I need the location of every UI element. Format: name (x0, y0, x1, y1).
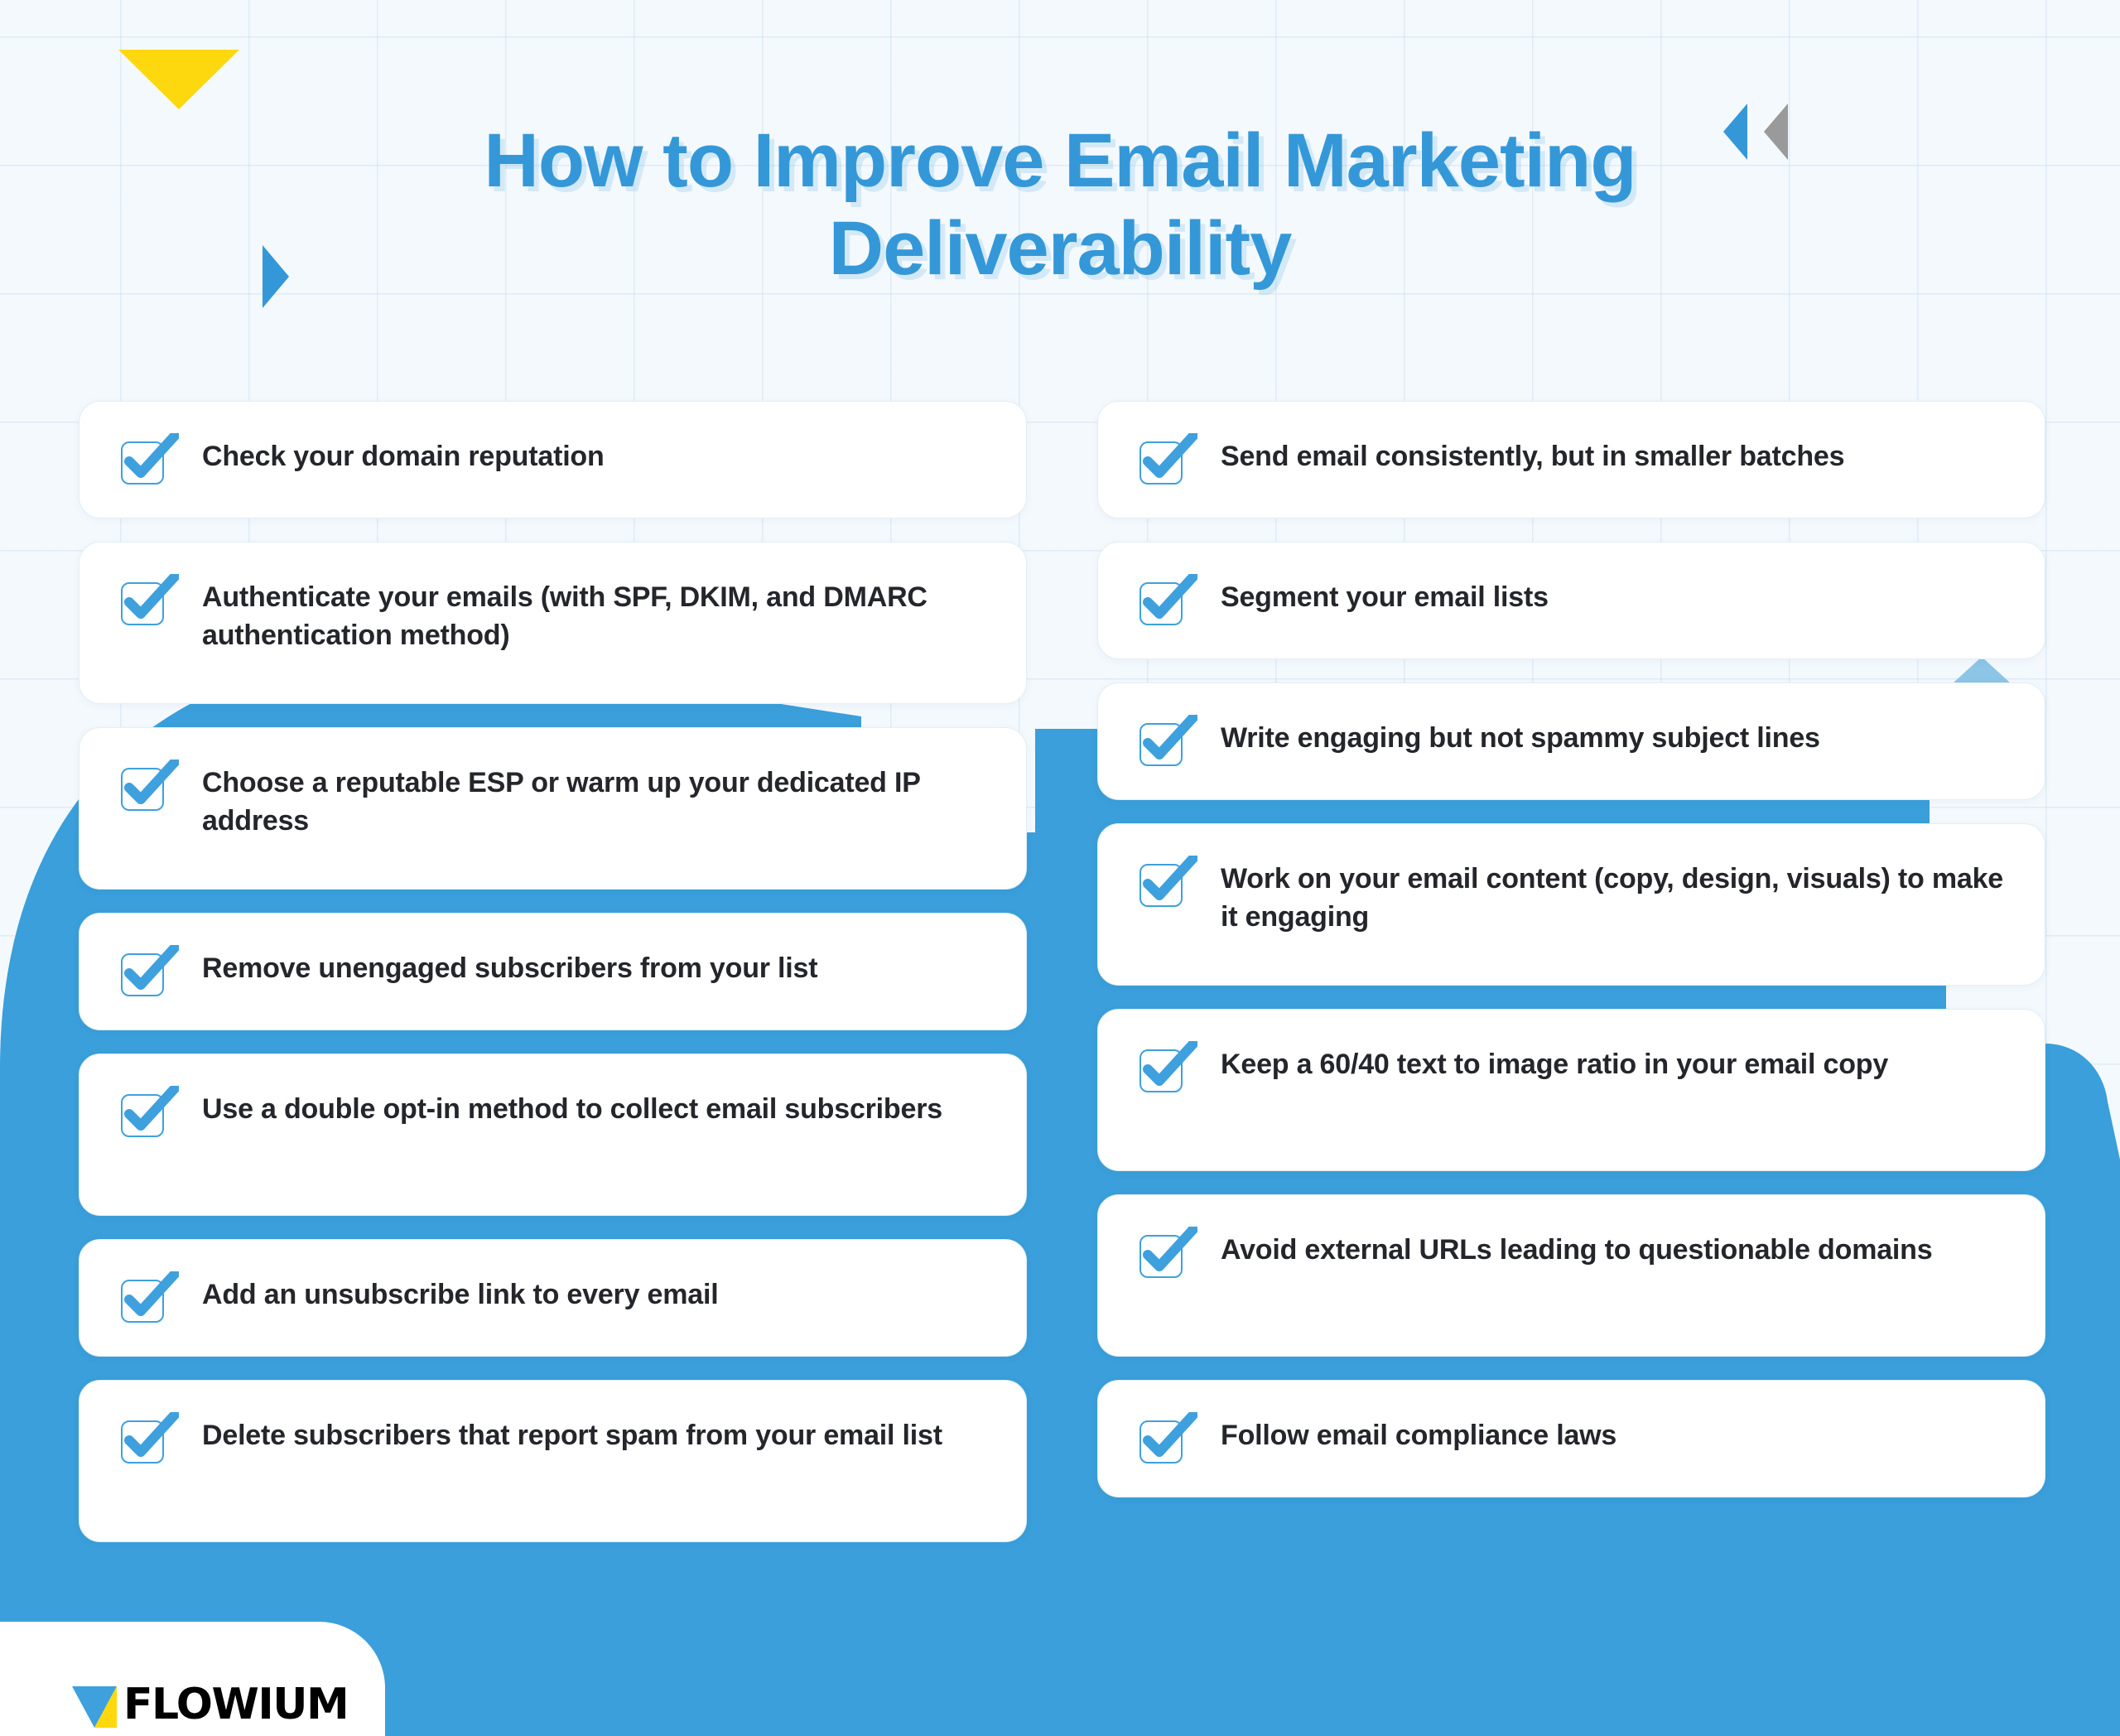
checklist-item-label: Segment your email lists (1221, 581, 1549, 613)
flowium-triangle-logo-icon (72, 1686, 117, 1728)
checklist-card[interactable]: Remove unengaged subscribers from your l… (79, 913, 1027, 1030)
checklist-item-label: Add an unsubscribe link to every email (202, 1279, 719, 1310)
checklist-card[interactable]: Authenticate your emails (with SPF, DKIM… (79, 542, 1027, 704)
checklist-card[interactable]: Work on your email content (copy, design… (1097, 823, 2045, 986)
checklist-item-label: Choose a reputable ESP or warm up your d… (202, 767, 921, 837)
checklist-card[interactable]: Check your domain reputation (79, 401, 1027, 518)
checklist-item-label: Write engaging but not spammy subject li… (1221, 722, 1820, 754)
checkbox-checked-icon[interactable] (1140, 1041, 1197, 1096)
checklist-card[interactable]: Choose a reputable ESP or warm up your d… (79, 727, 1027, 890)
checklist-column-left: Check your domain reputation Authenticate… (79, 401, 1027, 1542)
check-mark-icon (1143, 715, 1197, 760)
checklist-item-label: Follow email compliance laws (1221, 1420, 1617, 1451)
checklist-card[interactable]: Send email consistently, but in smaller … (1097, 401, 2045, 518)
checkbox-checked-icon[interactable] (1140, 715, 1197, 769)
check-mark-icon (124, 574, 179, 619)
check-mark-icon (1143, 574, 1197, 619)
checkbox-checked-icon[interactable] (121, 945, 179, 1000)
check-mark-icon (1143, 1412, 1197, 1457)
triangle-down-icon (118, 50, 239, 109)
checklist-item-label: Keep a 60/40 text to image ratio in your… (1221, 1049, 1889, 1080)
checklist-card[interactable]: Keep a 60/40 text to image ratio in your… (1097, 1009, 2045, 1171)
check-mark-icon (1143, 1041, 1197, 1086)
checkbox-checked-icon[interactable] (1140, 1227, 1197, 1281)
checklist-item-label: Delete subscribers that report spam from… (202, 1420, 942, 1451)
check-mark-icon (124, 945, 179, 990)
checklist-item-label: Check your domain reputation (202, 441, 605, 472)
page-title: How to Improve Email Marketing Deliverab… (484, 118, 1636, 291)
check-mark-icon (124, 1412, 179, 1457)
checklist-card[interactable]: Follow email compliance laws (1097, 1380, 2045, 1497)
check-mark-icon (1143, 856, 1197, 900)
check-mark-icon (1143, 433, 1197, 478)
checkbox-checked-icon[interactable] (1140, 574, 1197, 629)
checklist-item-label: Use a double opt-in method to collect em… (202, 1093, 942, 1125)
checkbox-checked-icon[interactable] (1140, 433, 1197, 488)
check-mark-icon (124, 760, 179, 804)
check-mark-icon (124, 1271, 179, 1316)
checklist-column-right: Send email consistently, but in smaller … (1097, 401, 2045, 1497)
checkbox-checked-icon[interactable] (1140, 1412, 1197, 1467)
checklist-card[interactable]: Add an unsubscribe link to every email (79, 1239, 1027, 1357)
checklist-item-label: Send email consistently, but in smaller … (1221, 441, 1845, 472)
checklist-card[interactable]: Avoid external URLs leading to questiona… (1097, 1194, 2045, 1357)
check-mark-icon (124, 433, 179, 478)
checkbox-checked-icon[interactable] (121, 1086, 179, 1140)
check-mark-icon (124, 1086, 179, 1131)
checklist-item-label: Work on your email content (copy, design… (1221, 863, 2004, 933)
brand-name: FLOWIUM (123, 1680, 349, 1729)
checkbox-checked-icon[interactable] (121, 760, 179, 814)
checklist-card[interactable]: Segment your email lists (1097, 542, 2045, 659)
checkbox-checked-icon[interactable] (121, 1412, 179, 1467)
flowium-logo: FLOWIUM (70, 1680, 349, 1729)
checklist-card[interactable]: Use a double opt-in method to collect em… (79, 1054, 1027, 1216)
checkbox-checked-icon[interactable] (1140, 856, 1197, 910)
checklist-item-label: Remove unengaged subscribers from your l… (202, 952, 818, 984)
checkbox-checked-icon[interactable] (121, 433, 179, 488)
checklist-card[interactable]: Write engaging but not spammy subject li… (1097, 682, 2045, 800)
checklist-item-label: Authenticate your emails (with SPF, DKIM… (202, 581, 928, 651)
checkbox-checked-icon[interactable] (121, 1271, 179, 1326)
check-mark-icon (1143, 1227, 1197, 1271)
checklist-item-label: Avoid external URLs leading to questiona… (1221, 1234, 1933, 1266)
footer-logo-panel: FLOWIUM (0, 1622, 385, 1736)
checkbox-checked-icon[interactable] (121, 574, 179, 629)
triangle-right-icon (263, 245, 289, 308)
checklist-card[interactable]: Delete subscribers that report spam from… (79, 1380, 1027, 1542)
